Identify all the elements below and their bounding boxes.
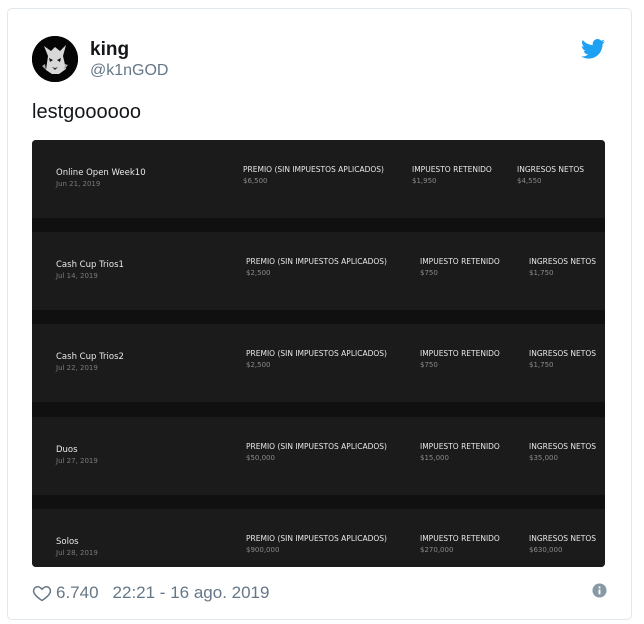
net-value: $1,750 xyxy=(529,269,554,277)
event-name: Solos xyxy=(56,537,79,547)
heart-icon[interactable] xyxy=(32,583,52,603)
event-date: Jul 22, 2019 xyxy=(56,364,98,372)
tax-label: IMPUESTO RETENIDO xyxy=(420,349,500,358)
display-name[interactable]: king xyxy=(90,39,129,61)
prize-label: PREMIO (SIN IMPUESTOS APLICADOS) xyxy=(246,257,387,266)
prize-label: PREMIO (SIN IMPUESTOS APLICADOS) xyxy=(246,442,387,451)
event-name: Duos xyxy=(56,445,78,455)
tweet-card[interactable]: king @k1nGOD lestgoooooo Online Open Wee… xyxy=(7,8,632,620)
tweet-footer: 6.740 22:21 - 16 ago. 2019 xyxy=(32,581,607,605)
event-name: Cash Cup Trios1 xyxy=(56,260,124,270)
tweet-text: lestgoooooo xyxy=(32,101,141,123)
earnings-row: Cash Cup Trios2 Jul 22, 2019 PREMIO (SIN… xyxy=(32,324,605,402)
tax-value: $15,000 xyxy=(420,454,449,462)
earnings-row: Solos Jul 28, 2019 PREMIO (SIN IMPUESTOS… xyxy=(32,509,605,567)
tax-value: $270,000 xyxy=(420,546,454,554)
prize-value: $900,000 xyxy=(246,546,280,554)
like-count[interactable]: 6.740 xyxy=(56,583,99,603)
tax-value: $750 xyxy=(420,361,438,369)
net-label: INGRESOS NETOS xyxy=(529,442,596,451)
earnings-row: Duos Jul 27, 2019 PREMIO (SIN IMPUESTOS … xyxy=(32,417,605,495)
user-handle[interactable]: @k1nGOD xyxy=(90,62,168,80)
tax-label: IMPUESTO RETENIDO xyxy=(420,257,500,266)
twitter-bird-icon[interactable] xyxy=(581,39,605,59)
event-date: Jul 27, 2019 xyxy=(56,457,98,465)
prize-label: PREMIO (SIN IMPUESTOS APLICADOS) xyxy=(243,165,384,174)
net-value: $4,550 xyxy=(517,177,542,185)
tax-label: IMPUESTO RETENIDO xyxy=(412,165,492,174)
net-value: $630,000 xyxy=(529,546,563,554)
event-name: Cash Cup Trios2 xyxy=(56,352,124,362)
avatar[interactable] xyxy=(32,36,78,82)
event-name: Online Open Week10 xyxy=(56,168,146,178)
tweet-image[interactable]: Online Open Week10 Jun 21, 2019 PREMIO (… xyxy=(32,140,605,567)
earnings-row: Online Open Week10 Jun 21, 2019 PREMIO (… xyxy=(32,140,605,218)
net-label: INGRESOS NETOS xyxy=(529,257,596,266)
prize-label: PREMIO (SIN IMPUESTOS APLICADOS) xyxy=(246,534,387,543)
prize-value: $2,500 xyxy=(246,269,271,277)
net-label: INGRESOS NETOS xyxy=(529,534,596,543)
prize-value: $2,500 xyxy=(246,361,271,369)
prize-value: $50,000 xyxy=(246,454,275,462)
event-date: Jul 14, 2019 xyxy=(56,272,98,280)
net-value: $35,000 xyxy=(529,454,558,462)
earnings-row: Cash Cup Trios1 Jul 14, 2019 PREMIO (SIN… xyxy=(32,232,605,310)
tax-value: $1,950 xyxy=(412,177,437,185)
net-label: INGRESOS NETOS xyxy=(517,165,584,174)
event-date: Jul 28, 2019 xyxy=(56,549,98,557)
tax-label: IMPUESTO RETENIDO xyxy=(420,442,500,451)
tweet-timestamp[interactable]: 22:21 - 16 ago. 2019 xyxy=(113,583,270,603)
wolf-avatar xyxy=(32,36,78,82)
info-icon[interactable] xyxy=(592,583,607,598)
tax-label: IMPUESTO RETENIDO xyxy=(420,534,500,543)
prize-label: PREMIO (SIN IMPUESTOS APLICADOS) xyxy=(246,349,387,358)
event-date: Jun 21, 2019 xyxy=(56,180,101,188)
net-label: INGRESOS NETOS xyxy=(529,349,596,358)
tax-value: $750 xyxy=(420,269,438,277)
prize-value: $6,500 xyxy=(243,177,268,185)
net-value: $1,750 xyxy=(529,361,554,369)
